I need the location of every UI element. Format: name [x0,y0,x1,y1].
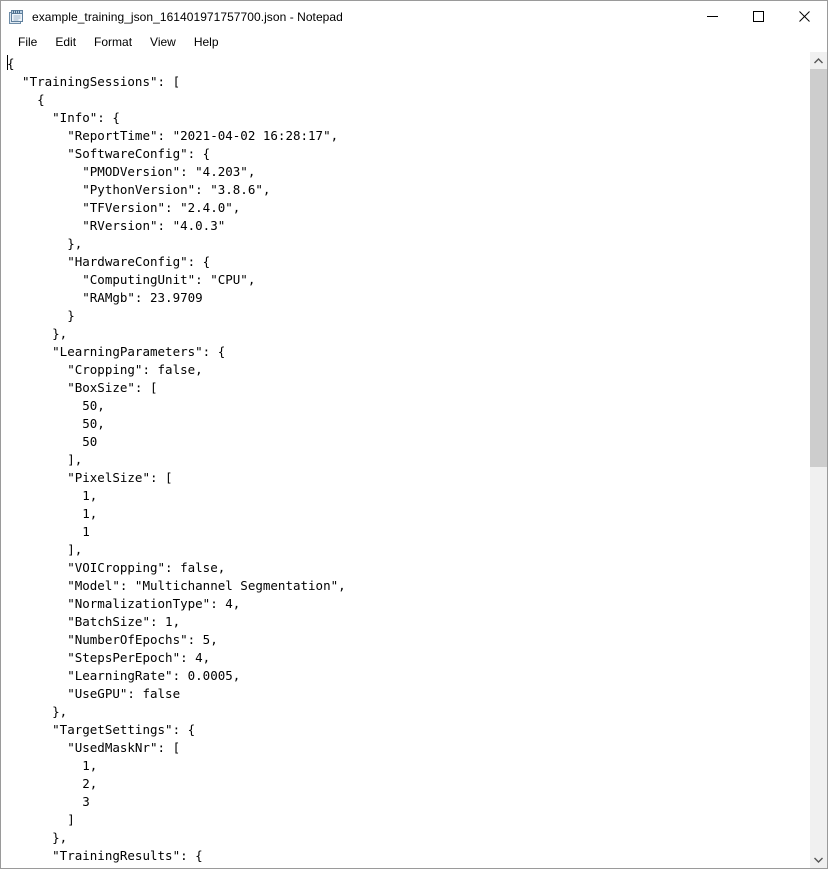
menu-item-help[interactable]: Help [185,33,228,52]
text-caret [7,55,8,70]
notepad-window: example_training_json_161401971757700.js… [0,0,828,869]
scroll-down-arrow[interactable] [810,851,827,868]
window-controls [689,1,827,32]
scroll-up-arrow[interactable] [810,52,827,69]
window-title: example_training_json_161401971757700.js… [32,9,343,24]
editor-area: { "TrainingSessions": [ { "Info": { "Rep… [1,52,827,868]
vertical-scrollbar[interactable] [809,52,827,868]
title-bar[interactable]: example_training_json_161401971757700.js… [1,1,827,32]
menu-item-view[interactable]: View [141,33,185,52]
menu-item-edit[interactable]: Edit [46,33,85,52]
notepad-icon [8,9,24,25]
scrollbar-track[interactable] [810,69,827,851]
close-button[interactable] [781,1,827,32]
menu-bar: File Edit Format View Help [1,32,827,52]
menu-item-file[interactable]: File [9,33,46,52]
maximize-button[interactable] [735,1,781,32]
scrollbar-thumb[interactable] [810,69,827,467]
menu-item-format[interactable]: Format [85,33,141,52]
json-content[interactable]: { "TrainingSessions": [ { "Info": { "Rep… [1,55,809,868]
minimize-button[interactable] [689,1,735,32]
text-editor[interactable]: { "TrainingSessions": [ { "Info": { "Rep… [1,52,809,868]
